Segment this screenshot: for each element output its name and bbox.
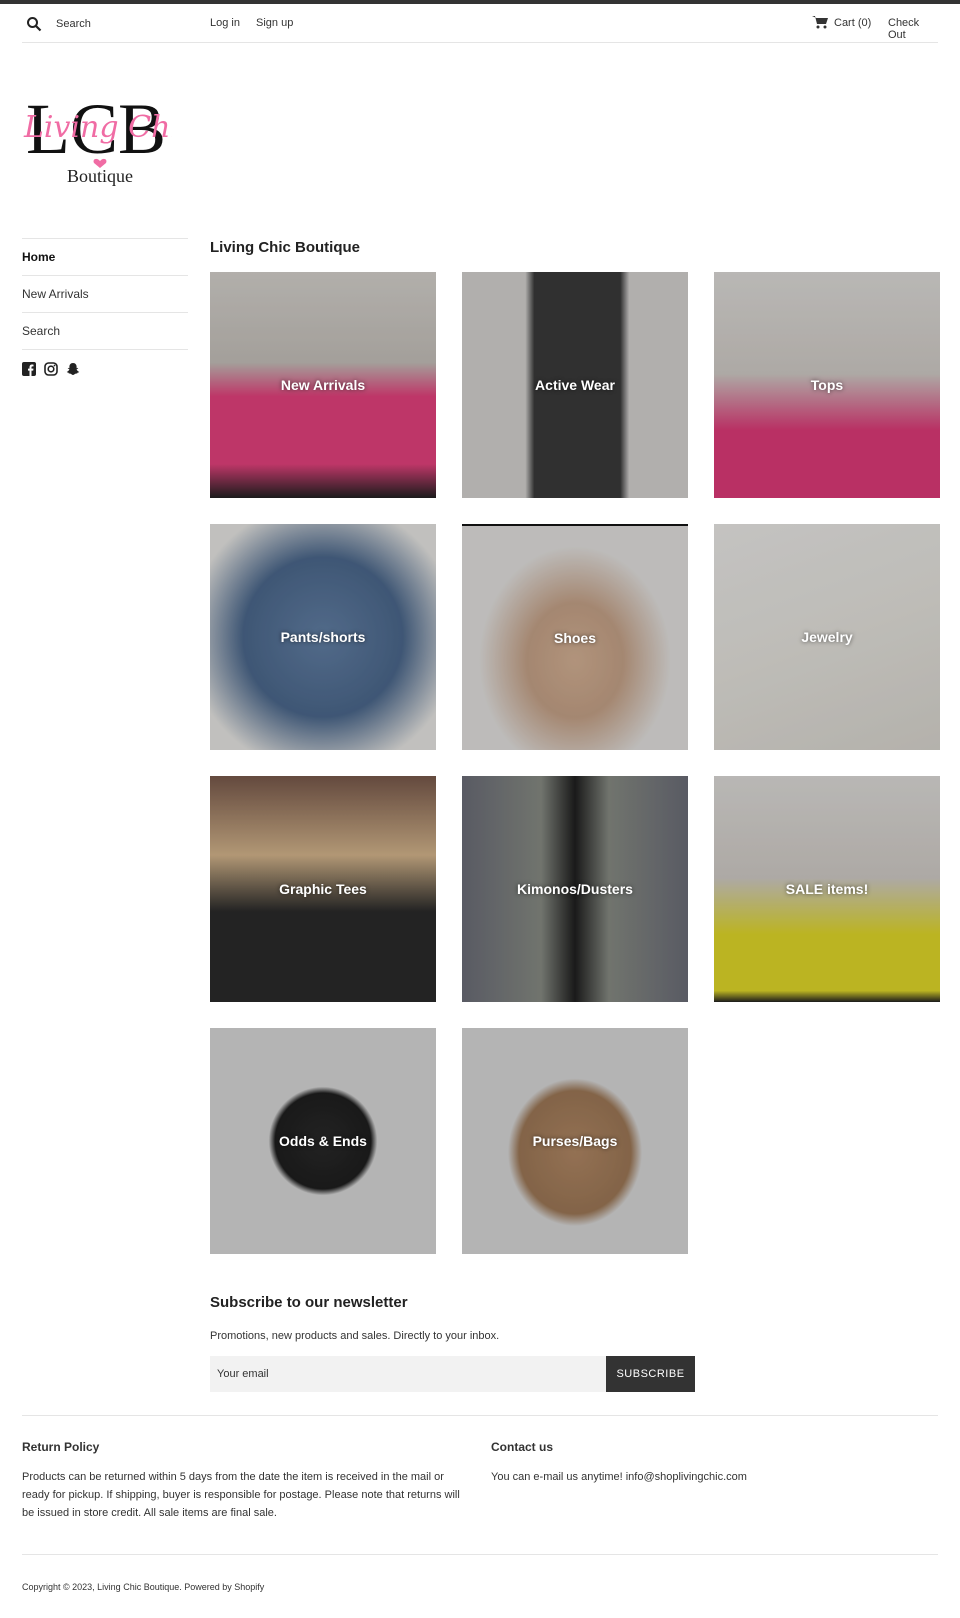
email-field[interactable] bbox=[210, 1356, 606, 1392]
collection-tile-new-arrivals[interactable]: New Arrivals bbox=[210, 272, 436, 498]
collection-tile-odds-ends[interactable]: Odds & Ends bbox=[210, 1028, 436, 1254]
logo-sub: Boutique bbox=[67, 166, 133, 186]
newsletter-description: Promotions, new products and sales. Dire… bbox=[210, 1330, 500, 1342]
return-policy-title: Return Policy bbox=[22, 1440, 100, 1454]
signup-link[interactable]: Sign up bbox=[256, 17, 293, 29]
instagram-icon[interactable] bbox=[44, 362, 58, 376]
return-policy-text: Products can be returned within 5 days f… bbox=[22, 1471, 460, 1519]
collection-tile-tops[interactable]: Tops bbox=[714, 272, 940, 498]
sidebar-item-home[interactable]: Home bbox=[22, 238, 188, 275]
contact-text: You can e-mail us anytime! info@shoplivi… bbox=[491, 1471, 747, 1483]
snapchat-icon[interactable] bbox=[66, 362, 80, 376]
sidebar-item-new-arrivals[interactable]: New Arrivals bbox=[22, 275, 188, 312]
sidebar-nav: Home New Arrivals Search bbox=[22, 238, 188, 376]
collection-tile-active-wear[interactable]: Active Wear bbox=[462, 272, 688, 498]
collection-tile-jewelry[interactable]: Jewelry bbox=[714, 524, 940, 750]
site-header: Log in Sign up Cart (0) Check Out bbox=[22, 4, 938, 43]
collection-label: Odds & Ends bbox=[279, 1133, 367, 1149]
collection-tile-kimonos-dusters[interactable]: Kimonos/Dusters bbox=[462, 776, 688, 1002]
collection-label: Shoes bbox=[553, 630, 596, 646]
contact-title: Contact us bbox=[491, 1440, 554, 1454]
collection-label: Graphic Tees bbox=[279, 881, 367, 897]
collection-label: New Arrivals bbox=[280, 377, 366, 393]
collection-label: Kimonos/Dusters bbox=[517, 881, 633, 897]
collection-label: Pants/shorts bbox=[280, 629, 366, 645]
collection-label: Jewelry bbox=[801, 629, 853, 645]
social-links bbox=[22, 362, 188, 376]
footer-divider bbox=[22, 1554, 938, 1555]
cart-icon[interactable] bbox=[812, 15, 828, 29]
collection-label: Tops bbox=[810, 377, 844, 393]
site-logo[interactable]: LCB Living Chic Boutique bbox=[22, 85, 197, 195]
subscribe-button[interactable]: SUBSCRIBE bbox=[606, 1356, 695, 1392]
sidebar-item-search[interactable]: Search bbox=[22, 312, 188, 349]
collection-tile-purses-bags[interactable]: Purses/Bags bbox=[462, 1028, 688, 1254]
header-search bbox=[22, 12, 202, 36]
collection-label: Purses/Bags bbox=[532, 1133, 618, 1149]
collection-tile-pants-shorts[interactable]: Pants/shorts bbox=[210, 524, 436, 750]
copyright: Copyright © 2023, Living Chic Boutique. … bbox=[22, 1582, 265, 1592]
page-title: Living Chic Boutique bbox=[210, 239, 360, 256]
cart-link[interactable]: Cart (0) bbox=[834, 17, 871, 29]
facebook-icon[interactable] bbox=[22, 362, 36, 376]
collection-tile-graphic-tees[interactable]: Graphic Tees bbox=[210, 776, 436, 1002]
newsletter-title: Subscribe to our newsletter bbox=[210, 1294, 408, 1311]
collection-label: SALE items! bbox=[785, 881, 869, 897]
search-input[interactable] bbox=[56, 18, 196, 30]
login-link[interactable]: Log in bbox=[210, 17, 240, 29]
footer-divider bbox=[22, 1415, 938, 1416]
checkout-link[interactable]: Check Out bbox=[888, 17, 938, 41]
logo-script: Living Chic bbox=[23, 110, 172, 145]
collection-tile-sale-items[interactable]: SALE items! bbox=[714, 776, 940, 1002]
collection-tile-shoes[interactable]: Shoes bbox=[462, 524, 688, 750]
search-icon[interactable] bbox=[26, 16, 42, 32]
collection-label: Active Wear bbox=[535, 377, 615, 393]
